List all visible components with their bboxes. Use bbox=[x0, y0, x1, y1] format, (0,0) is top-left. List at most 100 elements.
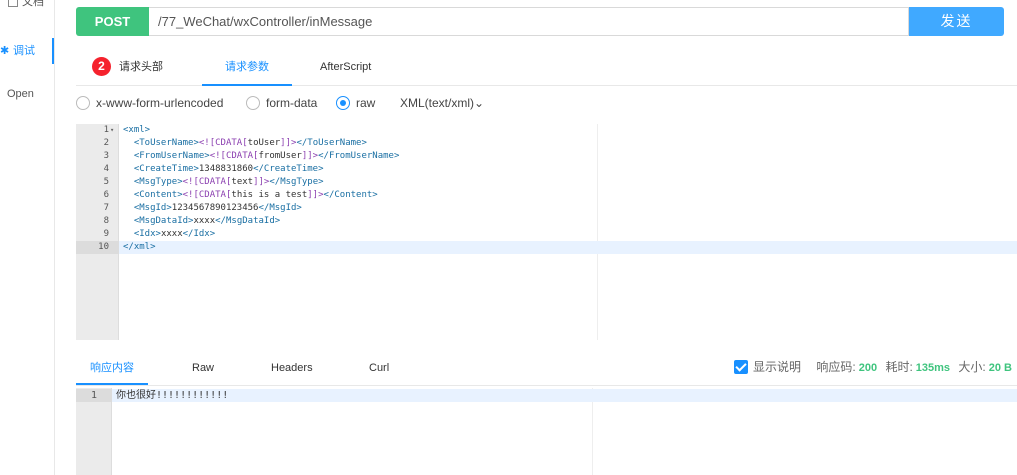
show-description-checkbox[interactable] bbox=[734, 359, 749, 374]
radio-raw[interactable]: raw bbox=[336, 92, 375, 114]
tab-afterscript[interactable]: AfterScript bbox=[320, 48, 371, 86]
code-token: <xml> bbox=[123, 125, 151, 135]
code-token: <FromUserName> bbox=[133, 151, 210, 161]
code-line: 7 <MsgId>1234567890123456</MsgId> bbox=[76, 202, 1017, 215]
size-label: 大小: bbox=[958, 360, 986, 374]
code-line: 1 ▾ <xml> bbox=[76, 124, 1017, 137]
code-text: <Content><![CDATA[this is a test]]></Con… bbox=[123, 189, 378, 202]
fold-toggle-icon[interactable]: ▾ bbox=[110, 124, 114, 137]
left-sidebar: 文档 ✱ 调试 Open bbox=[0, 0, 55, 475]
code-token: <MsgId> bbox=[133, 203, 172, 213]
code-token: ]]> bbox=[307, 190, 324, 200]
code-token: 1234567890123456 bbox=[171, 203, 259, 213]
send-button[interactable]: 发送 bbox=[909, 7, 1004, 36]
tab-request-headers-label: 请求头部 bbox=[119, 61, 163, 73]
code-token: <Idx> bbox=[133, 229, 161, 239]
radio-circle-icon bbox=[76, 95, 90, 110]
code-token: xxxx bbox=[160, 229, 183, 239]
radio-urlencoded-label: x-www-form-urlencoded bbox=[96, 96, 224, 110]
tab-request-params[interactable]: 请求参数 bbox=[202, 48, 292, 86]
code-line: 8 <MsgDataId>xxxx</MsgDataId> bbox=[76, 215, 1017, 228]
request-tabs: 2 请求头部 请求参数 AfterScript bbox=[76, 48, 1017, 86]
code-token: text bbox=[231, 177, 254, 187]
code-lines: 1 ▾ <xml> 2 <ToUserName><![CDATA[toUser]]><… bbox=[76, 124, 1017, 254]
radio-raw-label: raw bbox=[356, 96, 376, 110]
sidebar-item-debug-label: 调试 bbox=[13, 45, 35, 57]
code-text: <Idx>xxxx</Idx> bbox=[123, 228, 215, 241]
tab-response-content[interactable]: 响应内容 bbox=[76, 352, 148, 385]
code-line: 10 </xml> bbox=[76, 241, 1017, 254]
code-token: xxxx bbox=[193, 216, 216, 226]
request-bar: POST /77_WeChat/wxController/inMessage 发… bbox=[76, 7, 1004, 36]
radio-formdata-label: form-data bbox=[266, 96, 318, 110]
url-input[interactable]: /77_WeChat/wxController/inMessage bbox=[149, 7, 909, 36]
code-token: <MsgType> bbox=[133, 177, 183, 187]
sidebar-item-open[interactable]: Open bbox=[7, 88, 61, 100]
status-code-value: 200 bbox=[858, 362, 878, 374]
code-token: </MsgDataId> bbox=[215, 216, 281, 226]
line-number: 10 bbox=[76, 241, 119, 254]
content-type-value: XML(text/xml) bbox=[400, 96, 475, 110]
code-token: 1348831860 bbox=[198, 164, 254, 174]
tab-response-headers[interactable]: Headers bbox=[271, 352, 313, 385]
line-number: 9 bbox=[103, 229, 109, 239]
code-token: fromUser bbox=[258, 151, 302, 161]
code-token: ]]> bbox=[253, 177, 270, 187]
code-text: <CreateTime>1348831860</CreateTime> bbox=[123, 163, 324, 176]
debug-icon: ✱ bbox=[0, 45, 10, 57]
code-line: 2 <ToUserName><![CDATA[toUser]]></ToUser… bbox=[76, 137, 1017, 150]
line-number: 1 bbox=[76, 389, 112, 402]
document-icon bbox=[8, 0, 18, 8]
sidebar-item-debug[interactable]: ✱ 调试 bbox=[0, 38, 54, 64]
sidebar-item-doc-label: 文档 bbox=[22, 0, 44, 8]
method-selector[interactable]: POST bbox=[76, 7, 149, 36]
code-token: <![CDATA[ bbox=[209, 151, 259, 161]
code-token: ]]> bbox=[280, 138, 297, 148]
code-token: </CreateTime> bbox=[253, 164, 324, 174]
code-line: 6 <Content><![CDATA[this is a test]]></C… bbox=[76, 189, 1017, 202]
tab-request-headers[interactable]: 2 请求头部 bbox=[92, 48, 163, 86]
response-text: 你也很好!!!!!!!!!!!! bbox=[116, 390, 229, 401]
code-text: </xml> bbox=[123, 241, 156, 254]
line-number: 7 bbox=[103, 203, 109, 213]
code-token: <CreateTime> bbox=[133, 164, 199, 174]
response-line: 1 你也很好!!!!!!!!!!!! bbox=[76, 389, 1017, 402]
line-number: 5 bbox=[103, 177, 109, 187]
code-token: <MsgDataId> bbox=[133, 216, 194, 226]
code-text: <MsgId>1234567890123456</MsgId> bbox=[123, 202, 302, 215]
elapsed-time-label: 耗时: bbox=[885, 360, 913, 374]
code-token: <![CDATA[ bbox=[182, 177, 232, 187]
code-token: </MsgType> bbox=[269, 177, 324, 187]
tab-response-curl[interactable]: Curl bbox=[369, 352, 389, 385]
code-line: 4 <CreateTime>1348831860</CreateTime> bbox=[76, 163, 1017, 176]
code-token: </Content> bbox=[323, 190, 378, 200]
radio-formdata[interactable]: form-data bbox=[246, 92, 317, 114]
code-line: 5 <MsgType><![CDATA[text]]></MsgType> bbox=[76, 176, 1017, 189]
response-info: 显示说明 响应码: 200 耗时: 135ms 大小: 20 B bbox=[734, 352, 1017, 384]
sidebar-item-doc[interactable]: 文档 bbox=[8, 0, 62, 9]
code-token: <![CDATA[ bbox=[198, 138, 248, 148]
code-token: </Idx> bbox=[182, 229, 216, 239]
radio-urlencoded[interactable]: x-www-form-urlencoded bbox=[76, 92, 223, 114]
code-line: 3 <FromUserName><![CDATA[fromUser]]></Fr… bbox=[76, 150, 1017, 163]
response-body-viewer[interactable]: 1 你也很好!!!!!!!!!!!! bbox=[76, 388, 1017, 475]
radio-checked-icon bbox=[336, 95, 350, 110]
code-text: <FromUserName><![CDATA[fromUser]]></From… bbox=[123, 150, 400, 163]
line-number: 6 bbox=[103, 190, 109, 200]
line-number: 1 bbox=[103, 125, 109, 135]
status-code-label: 响应码: bbox=[816, 360, 856, 374]
code-text: <MsgDataId>xxxx</MsgDataId> bbox=[123, 215, 280, 228]
elapsed-time-value: 135ms bbox=[915, 362, 951, 374]
line-number: 3 bbox=[103, 151, 109, 161]
line-number: 4 bbox=[103, 164, 109, 174]
code-line: 9 <Idx>xxxx</Idx> bbox=[76, 228, 1017, 241]
tab-response-raw[interactable]: Raw bbox=[192, 352, 214, 385]
code-token: toUser bbox=[247, 138, 281, 148]
line-number: 2 bbox=[103, 138, 109, 148]
code-token: </xml> bbox=[123, 242, 156, 252]
content-type-select[interactable]: XML(text/xml)⌄ bbox=[400, 92, 484, 114]
chevron-down-icon: ⌄ bbox=[474, 96, 485, 110]
code-token: this is a test bbox=[231, 190, 308, 200]
request-body-editor[interactable]: 1 ▾ <xml> 2 <ToUserName><![CDATA[toUser]]><… bbox=[76, 124, 1017, 340]
code-token: <![CDATA[ bbox=[182, 190, 232, 200]
